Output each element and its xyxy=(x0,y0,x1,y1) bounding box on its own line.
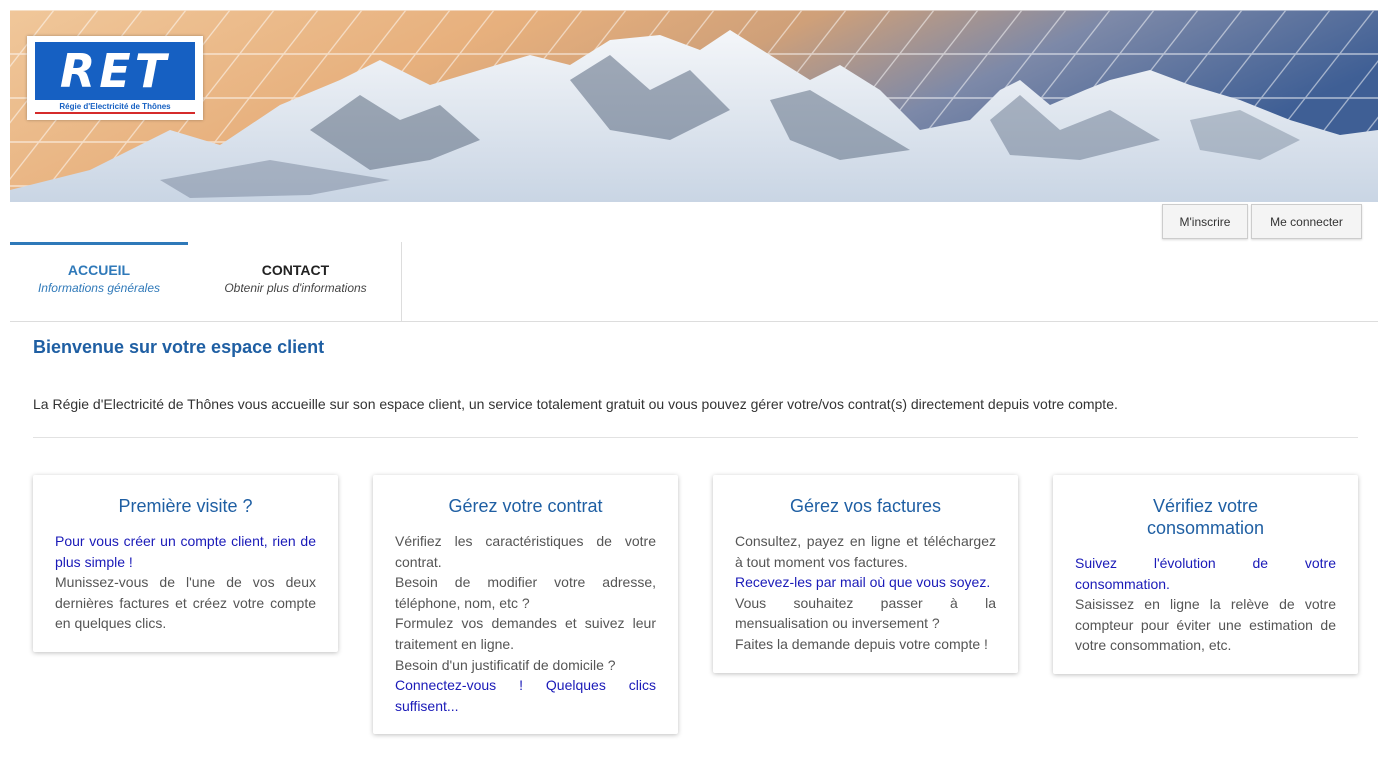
tab-contact-subtitle: Obtenir plus d'informations xyxy=(224,281,367,295)
tab-accueil-title: ACCUEIL xyxy=(67,262,131,278)
page-title: Bienvenue sur votre espace client xyxy=(33,337,325,357)
card-text: Vérifiez les caractéristiques de votre c… xyxy=(395,533,656,570)
tabs-divider xyxy=(10,321,1378,322)
ret-logo[interactable]: RET Régie d'Electricité de Thônes xyxy=(27,36,203,120)
card-text: Munissez-vous de l'une de vos deux derni… xyxy=(55,574,316,632)
card-text: Besoin d'un justificatif de domicile ? xyxy=(395,656,616,673)
tab-accueil-subtitle: Informations générales xyxy=(37,281,161,295)
card-text: Formulez vos demandes et suivez leur tra… xyxy=(395,615,656,652)
card-first-visit: Première visite ? Pour vous créer un com… xyxy=(33,475,338,652)
tab-contact[interactable]: CONTACT Obtenir plus d'informations xyxy=(190,242,402,322)
card-manage-contract: Gérez votre contrat Vérifiez les caracté… xyxy=(373,475,678,735)
card-text: Besoin de modifier votre adresse, téléph… xyxy=(395,574,656,611)
logo-subtitle: Régie d'Electricité de Thônes xyxy=(35,102,195,114)
card-text: Consultez, payez en ligne et téléchargez… xyxy=(735,533,996,570)
card-highlight-text: Pour vous créer un compte client, rien d… xyxy=(55,533,316,570)
register-button[interactable]: M'inscrire xyxy=(1162,204,1248,239)
card-title: Gérez votre contrat xyxy=(448,496,603,516)
content-divider xyxy=(33,437,1358,438)
tab-contact-title: CONTACT xyxy=(261,262,330,278)
login-button[interactable]: Me connecter xyxy=(1251,204,1362,239)
card-highlight-text: Connectez-vous ! Quelques clics suffisen… xyxy=(395,677,656,714)
card-title: Première visite ? xyxy=(118,496,253,516)
mountain-solar-banner-image xyxy=(10,10,1378,202)
tab-accueil[interactable]: ACCUEIL Informations générales xyxy=(10,242,188,322)
card-highlight-text: Suivez l'évolution de votre consommation… xyxy=(1075,555,1336,592)
logo-mark: RET xyxy=(35,42,195,100)
card-text: Saisissez en ligne la relève de votre co… xyxy=(1075,596,1336,654)
card-text: Vous souhaitez passer à la mensualisatio… xyxy=(735,594,996,632)
card-title: Vérifiez votre consommation xyxy=(1146,496,1265,538)
card-manage-invoices: Gérez vos factures Consultez, payez en l… xyxy=(713,475,1018,673)
card-title: Gérez vos factures xyxy=(789,496,942,516)
card-highlight-text: Recevez-les par mail où que vous soyez. xyxy=(735,574,991,591)
card-check-consumption: Vérifiez votre consommation Suivez l'évo… xyxy=(1053,475,1358,674)
intro-text: La Régie d'Electricité de Thônes vous ac… xyxy=(33,396,1118,412)
card-text: Faites la demande depuis votre compte ! xyxy=(735,635,988,652)
header-banner xyxy=(10,10,1378,202)
